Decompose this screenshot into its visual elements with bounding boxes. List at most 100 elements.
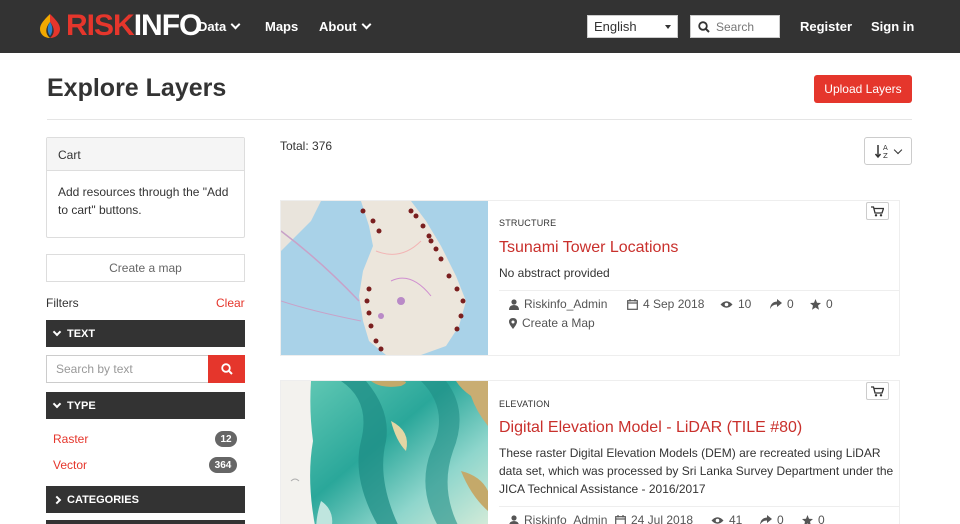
create-map-button[interactable]: Create a map — [46, 254, 245, 282]
cart-panel: Cart Add resources through the "Add to c… — [46, 137, 245, 238]
layer-views-count: 10 — [738, 297, 752, 311]
type-filter-raster[interactable]: Raster — [53, 432, 88, 446]
share-icon — [770, 299, 782, 309]
layer-create-map-label: Create a Map — [522, 316, 595, 330]
filter-text-label: TEXT — [67, 327, 96, 340]
layer-category: ELEVATION — [499, 399, 550, 409]
search-icon — [220, 363, 233, 375]
type-filter-vector[interactable]: Vector — [53, 458, 87, 472]
svg-text:Z: Z — [883, 152, 888, 159]
text-search-input[interactable]: Search by text — [46, 355, 208, 383]
filter-type-header[interactable]: TYPE — [46, 392, 245, 419]
text-search-button[interactable] — [208, 355, 245, 383]
layer-abstract: No abstract provided — [499, 266, 610, 280]
layer-views-count: 41 — [729, 513, 743, 524]
chevron-down-icon — [893, 145, 903, 154]
layer-views: 41 — [711, 513, 742, 524]
eye-icon — [711, 516, 724, 524]
language-select[interactable]: English — [587, 15, 678, 38]
page-title: Explore Layers — [47, 74, 227, 102]
nav-search-input[interactable]: Search — [690, 15, 780, 38]
filter-text-header[interactable]: TEXT — [46, 320, 245, 347]
layer-card: ELEVATION Digital Elevation Model - LiDA… — [280, 380, 900, 524]
layer-date: 24 Jul 2018 — [615, 513, 693, 524]
meta-divider — [499, 506, 899, 507]
layer-shares[interactable]: 0 — [770, 297, 794, 311]
layer-rating: 0 — [810, 297, 833, 311]
riskinfo-logo-icon — [40, 14, 60, 38]
layer-rating: 0 — [802, 513, 825, 524]
search-icon — [698, 20, 710, 33]
map-marker-icon — [509, 317, 517, 329]
add-to-cart-button[interactable] — [866, 382, 889, 400]
chevron-down-icon — [52, 399, 62, 408]
logo-risk-text: RISK — [66, 9, 135, 42]
layer-owner[interactable]: Riskinfo_Admin — [509, 513, 607, 524]
user-icon — [509, 514, 519, 524]
dem-thumbnail-image — [281, 381, 488, 524]
cart-icon — [871, 205, 884, 216]
add-to-cart-button[interactable] — [866, 202, 889, 220]
meta-divider — [499, 290, 899, 291]
nav-search-placeholder: Search — [716, 19, 755, 34]
filters-label: Filters — [46, 296, 79, 310]
layer-owner-name: Riskinfo_Admin — [524, 297, 608, 311]
map-thumbnail-image — [280, 201, 488, 355]
layer-card-body: STRUCTURE Tsunami Tower Locations No abs… — [499, 201, 899, 355]
layer-shares-count: 0 — [777, 513, 784, 524]
star-icon — [802, 514, 813, 524]
layer-create-map-link[interactable]: Create a Map — [509, 316, 595, 330]
chevron-down-icon — [52, 327, 62, 336]
layer-abstract: These raster Digital Elevation Models (D… — [499, 446, 894, 496]
layer-date: 4 Sep 2018 — [627, 297, 704, 311]
brand-logo[interactable]: RISKINFO — [36, 9, 203, 42]
layer-thumbnail[interactable] — [281, 381, 488, 524]
upload-layers-button[interactable]: Upload Layers — [814, 75, 912, 103]
layer-owner[interactable]: Riskinfo_Admin — [509, 297, 607, 311]
chevron-right-icon — [52, 495, 62, 504]
nav-about-menu[interactable]: About — [319, 19, 371, 34]
layer-category: STRUCTURE — [499, 218, 557, 228]
filter-next-header — [46, 520, 245, 524]
layer-date-value: 4 Sep 2018 — [643, 297, 705, 311]
cart-icon — [871, 385, 884, 396]
filter-type-label: TYPE — [67, 399, 96, 412]
header-divider — [47, 119, 912, 120]
star-icon — [810, 298, 821, 310]
calendar-icon — [615, 514, 626, 524]
layer-views: 10 — [720, 297, 751, 311]
layer-shares-count: 0 — [787, 297, 794, 311]
cart-title: Cart — [47, 138, 244, 171]
user-icon — [509, 298, 519, 310]
layer-card-body: ELEVATION Digital Elevation Model - LiDA… — [499, 381, 899, 524]
layer-rating-value: 0 — [818, 513, 825, 524]
type-count-badge: 364 — [209, 457, 237, 473]
logo-info-text: INFO — [133, 9, 203, 42]
layer-title-link[interactable]: Tsunami Tower Locations — [499, 239, 678, 257]
share-icon — [760, 515, 772, 524]
layer-thumbnail[interactable] — [280, 201, 488, 355]
register-link[interactable]: Register — [800, 19, 852, 34]
navbar: RISKINFO Data Maps About English Search … — [0, 0, 960, 53]
nav-data-menu[interactable]: Data — [198, 19, 241, 34]
nav-maps-link[interactable]: Maps — [265, 19, 298, 34]
signin-link[interactable]: Sign in — [871, 19, 914, 34]
svg-text:A: A — [883, 144, 888, 152]
filter-categories-header[interactable]: CATEGORIES — [46, 486, 245, 513]
calendar-icon — [627, 298, 638, 310]
layer-card: STRUCTURE Tsunami Tower Locations No abs… — [280, 200, 900, 356]
layer-shares[interactable]: 0 — [760, 513, 784, 524]
nav-data-label: Data — [198, 19, 227, 34]
language-value: English — [594, 19, 637, 34]
sort-button[interactable]: A Z — [864, 137, 912, 165]
results-total: Total: 376 — [280, 139, 333, 153]
clear-filters-link[interactable]: Clear — [216, 296, 245, 310]
nav-maps-label: Maps — [265, 19, 299, 34]
type-count-badge: 12 — [215, 431, 237, 447]
layer-owner-name: Riskinfo_Admin — [524, 513, 608, 524]
layer-title-link[interactable]: Digital Elevation Model - LiDAR (TILE #8… — [499, 419, 802, 437]
chevron-down-icon — [361, 19, 371, 30]
cart-body-text: Add resources through the "Add to cart" … — [58, 185, 229, 217]
nav-about-label: About — [319, 19, 357, 34]
caret-down-icon — [665, 24, 671, 29]
